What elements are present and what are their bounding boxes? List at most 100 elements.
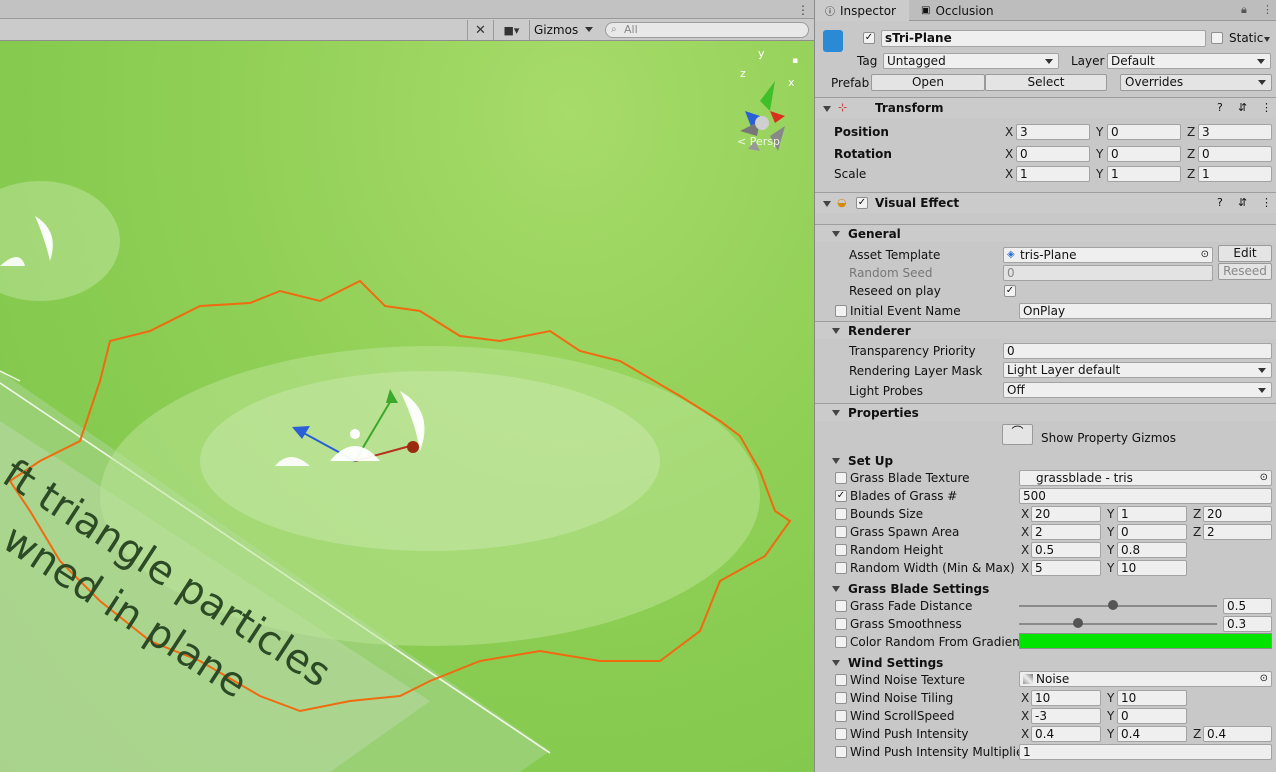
- rand-width-checkbox[interactable]: [835, 562, 847, 574]
- tab-menu-icon[interactable]: ⋮: [1262, 3, 1273, 16]
- blades-checkbox[interactable]: ✓: [835, 490, 847, 502]
- wind-tiling-checkbox[interactable]: [835, 692, 847, 704]
- preset-icon[interactable]: ⇵: [1238, 101, 1247, 114]
- properties-section[interactable]: Properties: [815, 403, 1276, 421]
- wind-push-y-field[interactable]: 0.4: [1117, 726, 1187, 742]
- grass-texture-checkbox[interactable]: [835, 472, 847, 484]
- scale-z-field[interactable]: 1: [1198, 166, 1272, 182]
- spawn-y-field[interactable]: 0: [1117, 524, 1187, 540]
- scale-x-field[interactable]: 1: [1016, 166, 1090, 182]
- bounds-z-field[interactable]: 20: [1203, 506, 1272, 522]
- preset-icon[interactable]: ⇵: [1238, 196, 1247, 209]
- wind-scroll-checkbox[interactable]: [835, 710, 847, 722]
- object-picker-icon[interactable]: ⊙: [1201, 248, 1209, 262]
- wind-tiling-y-field[interactable]: 10: [1117, 690, 1187, 706]
- wind-noise-checkbox[interactable]: [835, 674, 847, 686]
- rand-height-y-field[interactable]: 0.8: [1117, 542, 1187, 558]
- edit-button[interactable]: Edit: [1218, 245, 1272, 262]
- foldout-triangle-icon[interactable]: [832, 231, 840, 237]
- wind-noise-field[interactable]: Noise ⊙: [1019, 671, 1272, 687]
- lock-icon[interactable]: 🔒︎: [1241, 3, 1247, 17]
- scale-y-field[interactable]: 1: [1107, 166, 1181, 182]
- wind-settings-title[interactable]: Wind Settings: [848, 656, 943, 670]
- foldout-triangle-icon[interactable]: [823, 106, 831, 112]
- fade-checkbox[interactable]: [835, 600, 847, 612]
- blade-settings-title[interactable]: Grass Blade Settings: [848, 582, 989, 596]
- spawn-x-field[interactable]: 2: [1031, 524, 1101, 540]
- smooth-slider-knob[interactable]: [1073, 618, 1084, 628]
- transform-header[interactable]: ⊹ Transform ? ⇵ ⋮: [815, 97, 1276, 118]
- gradient-checkbox[interactable]: [835, 636, 847, 648]
- object-picker-icon[interactable]: ⊙: [1260, 672, 1268, 686]
- tools-icon[interactable]: ✕: [467, 20, 493, 40]
- prefab-overrides-dropdown[interactable]: Overrides: [1120, 74, 1272, 91]
- position-z-field[interactable]: 3: [1198, 124, 1272, 140]
- wind-push-mult-checkbox[interactable]: [835, 746, 847, 758]
- smooth-checkbox[interactable]: [835, 618, 847, 630]
- help-icon[interactable]: ?: [1217, 101, 1223, 114]
- foldout-triangle-icon[interactable]: [832, 586, 840, 592]
- static-label[interactable]: Static: [1229, 31, 1263, 45]
- bounds-checkbox[interactable]: [835, 508, 847, 520]
- rendering-mask-dropdown[interactable]: Light Layer default: [1003, 362, 1272, 378]
- component-menu-icon[interactable]: ⋮: [1261, 196, 1272, 209]
- wind-push-mult-field[interactable]: 1: [1019, 744, 1272, 760]
- active-checkbox[interactable]: ✓: [863, 32, 875, 44]
- bounds-x-field[interactable]: 20: [1031, 506, 1101, 522]
- object-name-field[interactable]: sTri-Plane: [881, 30, 1206, 47]
- persp-label[interactable]: < Persp: [737, 135, 780, 148]
- rand-height-x-field[interactable]: 0.5: [1031, 542, 1101, 558]
- viewport[interactable]: ft triangle particles wned in plane y z …: [0, 41, 814, 772]
- light-probes-dropdown[interactable]: Off: [1003, 382, 1272, 398]
- gradient-swatch[interactable]: [1019, 633, 1272, 649]
- reseed-on-play-checkbox[interactable]: ✓: [1004, 285, 1016, 297]
- foldout-triangle-icon[interactable]: [832, 458, 840, 464]
- chevron-down-icon[interactable]: [585, 27, 593, 32]
- spawn-checkbox[interactable]: [835, 526, 847, 538]
- visual-effect-header[interactable]: ◒ ✓ Visual Effect ? ⇵ ⋮: [815, 192, 1276, 213]
- scene-view[interactable]: ⋮ ✕ ■▾ Gizmos ⌕ All ft triangle particle…: [0, 0, 814, 772]
- wind-push-checkbox[interactable]: [835, 728, 847, 740]
- position-y-field[interactable]: 0: [1107, 124, 1181, 140]
- spawn-z-field[interactable]: 2: [1203, 524, 1272, 540]
- initial-event-checkbox[interactable]: [835, 305, 847, 317]
- wind-push-z-field[interactable]: 0.4: [1203, 726, 1272, 742]
- tag-dropdown[interactable]: Untagged: [883, 53, 1059, 69]
- foldout-triangle-icon[interactable]: [832, 328, 840, 334]
- wind-push-x-field[interactable]: 0.4: [1031, 726, 1101, 742]
- prefab-select-button[interactable]: Select: [985, 74, 1107, 91]
- static-checkbox[interactable]: [1211, 32, 1223, 44]
- foldout-triangle-icon[interactable]: [823, 201, 831, 207]
- wind-tiling-x-field[interactable]: 10: [1031, 690, 1101, 706]
- gizmos-button[interactable]: Gizmos: [529, 20, 597, 40]
- tab-occlusion[interactable]: ▣ Occlusion: [911, 0, 1004, 21]
- rotation-z-field[interactable]: 0: [1198, 146, 1272, 162]
- setup-title[interactable]: Set Up: [848, 454, 893, 468]
- static-chevron-icon[interactable]: [1264, 37, 1270, 42]
- grass-texture-field[interactable]: grassblade - tris ⊙: [1019, 470, 1272, 486]
- help-icon[interactable]: ?: [1217, 196, 1223, 209]
- tab-inspector[interactable]: ⓘ Inspector: [815, 0, 909, 21]
- rand-height-checkbox[interactable]: [835, 544, 847, 556]
- initial-event-field[interactable]: OnPlay: [1019, 303, 1272, 319]
- wind-scroll-x-field[interactable]: -3: [1031, 708, 1101, 724]
- rand-width-x-field[interactable]: 5: [1031, 560, 1101, 576]
- search-input[interactable]: ⌕ All: [605, 22, 809, 38]
- component-menu-icon[interactable]: ⋮: [1261, 101, 1272, 114]
- rand-width-y-field[interactable]: 10: [1117, 560, 1187, 576]
- transparency-field[interactable]: 0: [1003, 343, 1272, 359]
- foldout-triangle-icon[interactable]: [832, 410, 840, 416]
- wind-scroll-y-field[interactable]: 0: [1117, 708, 1187, 724]
- position-x-field[interactable]: 3: [1016, 124, 1090, 140]
- foldout-triangle-icon[interactable]: [832, 660, 840, 666]
- object-picker-icon[interactable]: ⊙: [1260, 471, 1268, 485]
- smooth-value-field[interactable]: 0.3: [1223, 616, 1272, 632]
- fade-value-field[interactable]: 0.5: [1223, 598, 1272, 614]
- bounds-y-field[interactable]: 1: [1117, 506, 1187, 522]
- show-gizmos-toggle[interactable]: ⌒: [1002, 424, 1033, 445]
- vfx-enabled-checkbox[interactable]: ✓: [856, 197, 868, 209]
- renderer-section[interactable]: Renderer: [815, 321, 1276, 339]
- rotation-y-field[interactable]: 0: [1107, 146, 1181, 162]
- general-section[interactable]: General: [815, 224, 1276, 242]
- fade-slider-knob[interactable]: [1108, 600, 1118, 610]
